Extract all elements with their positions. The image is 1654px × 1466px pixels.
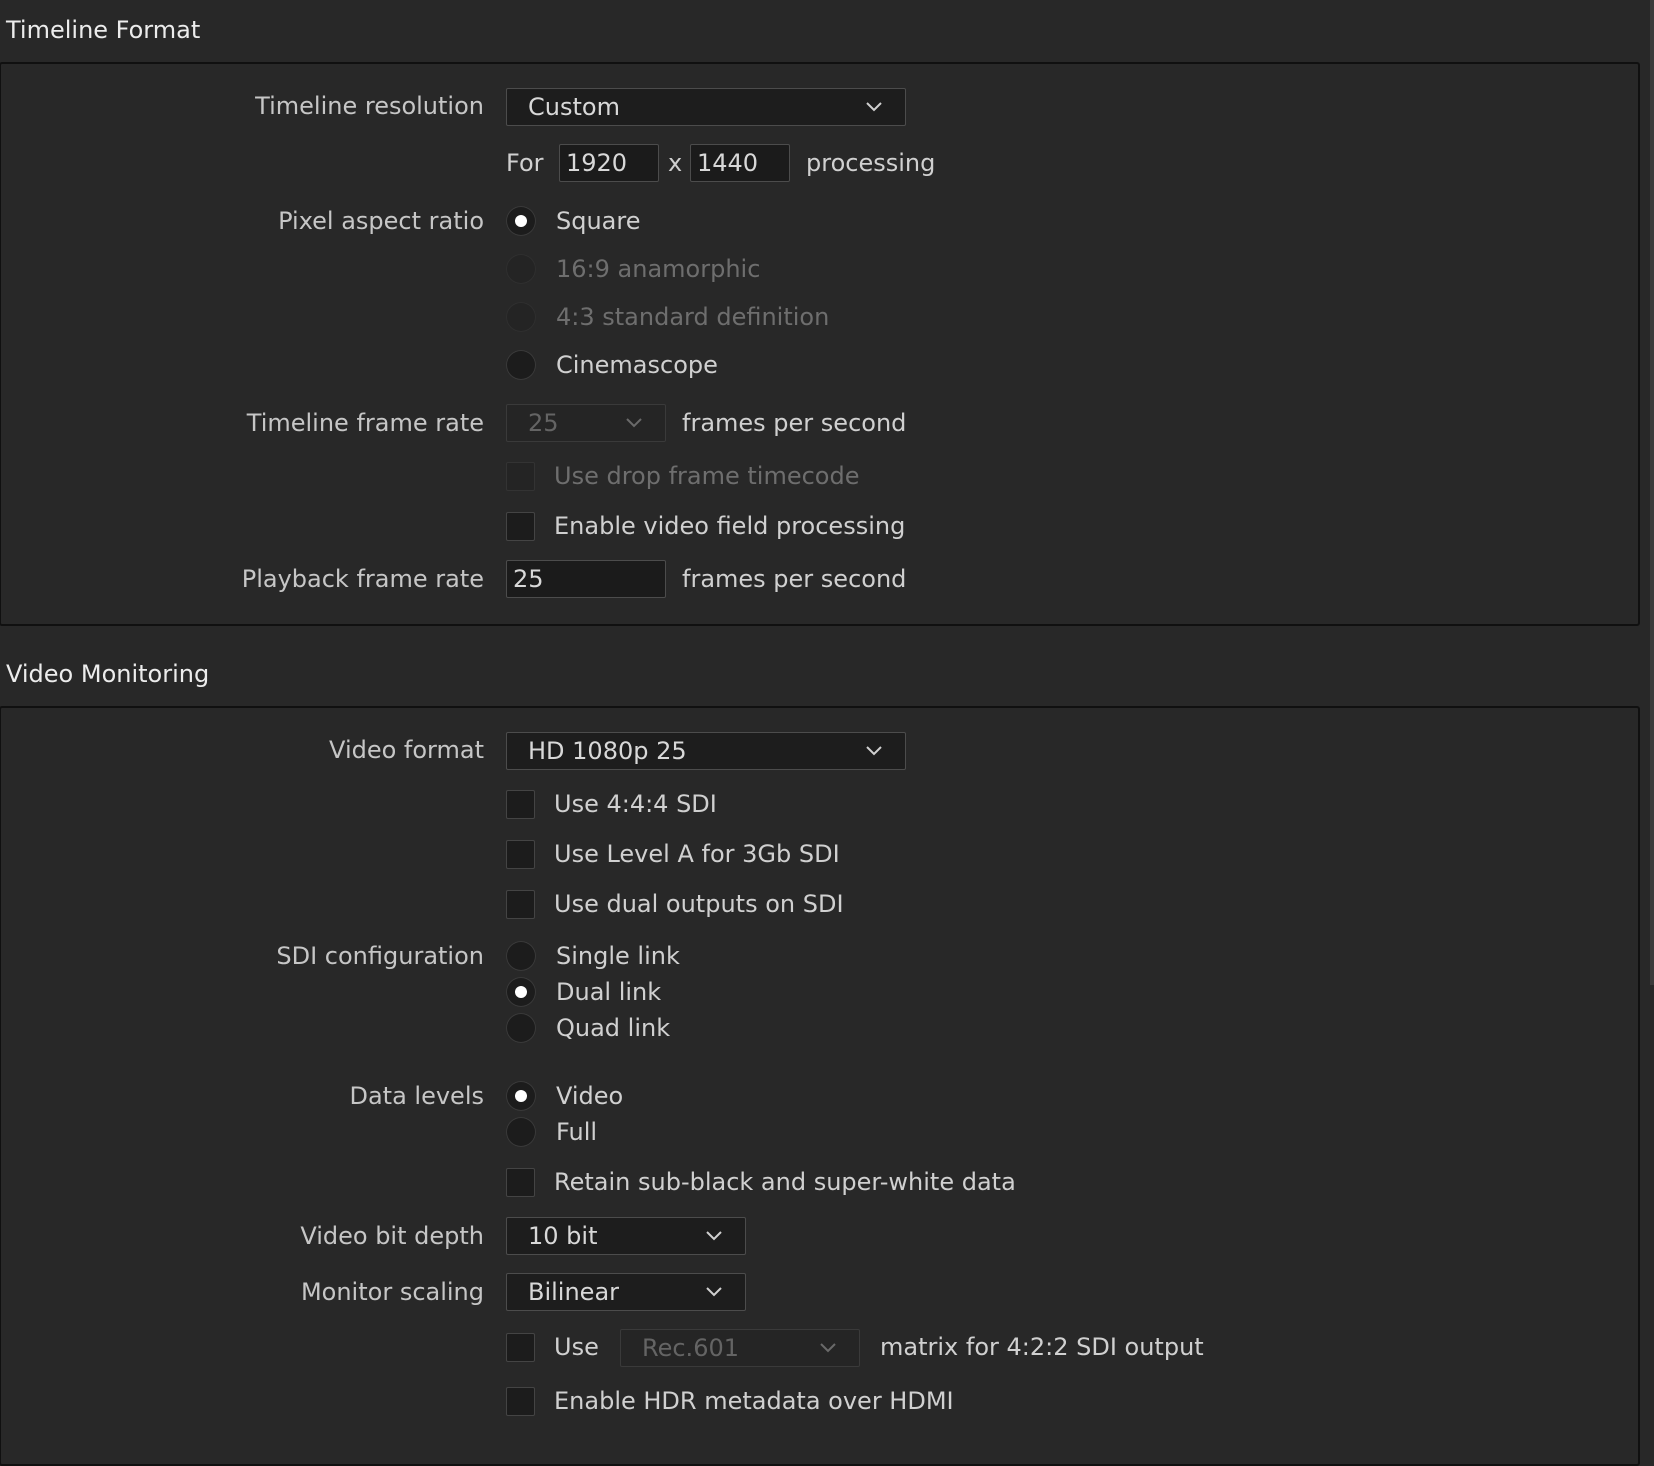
processing-height-input[interactable]: 1440 xyxy=(690,144,790,182)
radio-single-link[interactable] xyxy=(506,941,536,971)
radio-video[interactable] xyxy=(506,1081,536,1111)
video-format-label: Video format xyxy=(329,736,484,764)
enable-field-processing-label: Enable video field processing xyxy=(554,512,906,540)
radio-quad-link[interactable] xyxy=(506,1013,536,1043)
processing-x-label: x xyxy=(668,149,683,177)
retain-sub-black-label: Retain sub-black and super-white data xyxy=(554,1168,1016,1196)
matrix-value: Rec.601 xyxy=(642,1334,739,1362)
processing-suffix-label: processing xyxy=(806,149,936,177)
use-444-sdi-label: Use 4:4:4 SDI xyxy=(554,790,717,818)
chevron-down-icon xyxy=(705,1226,723,1244)
radio-square-label: Square xyxy=(556,207,641,235)
monitor-scaling-dropdown[interactable]: Bilinear xyxy=(506,1273,746,1311)
vertical-scrollbar[interactable] xyxy=(1650,0,1654,985)
use-444-sdi-checkbox[interactable] xyxy=(506,790,535,819)
video-format-dropdown[interactable]: HD 1080p 25 xyxy=(506,732,906,770)
pixel-aspect-ratio-label: Pixel aspect ratio xyxy=(278,207,484,235)
radio-cinemascope-label: Cinemascope xyxy=(556,351,718,379)
monitor-scaling-label: Monitor scaling xyxy=(300,1278,484,1306)
timeline-resolution-dropdown[interactable]: Custom xyxy=(506,88,906,126)
sdi-configuration-label: SDI configuration xyxy=(276,942,484,970)
chevron-down-icon xyxy=(705,1282,723,1300)
data-levels-label: Data levels xyxy=(349,1082,484,1110)
playback-frame-rate-label: Playback frame rate xyxy=(241,565,484,593)
radio-full-label: Full xyxy=(556,1118,598,1146)
radio-dual-link[interactable] xyxy=(506,977,536,1007)
video-bit-depth-dropdown[interactable]: 10 bit xyxy=(506,1217,746,1255)
timeline-frame-rate-label: Timeline frame rate xyxy=(246,409,484,437)
use-dual-outputs-label: Use dual outputs on SDI xyxy=(554,890,844,918)
matrix-suffix: matrix for 4:2:2 SDI output xyxy=(880,1333,1204,1361)
use-matrix-checkbox[interactable] xyxy=(506,1333,535,1362)
playback-frame-rate-suffix: frames per second xyxy=(682,565,907,593)
use-level-a-checkbox[interactable] xyxy=(506,840,535,869)
use-matrix-label: Use xyxy=(554,1333,599,1361)
radio-full[interactable] xyxy=(506,1117,536,1147)
section-title-timeline-format: Timeline Format xyxy=(6,16,201,44)
radio-4-3-standard-definition[interactable] xyxy=(506,302,536,332)
monitor-scaling-value: Bilinear xyxy=(528,1278,620,1306)
timeline-format-panel xyxy=(0,62,1640,626)
radio-16-9-anamorphic[interactable] xyxy=(506,254,536,284)
video-bit-depth-label: Video bit depth xyxy=(300,1222,484,1250)
radio-4-3-standard-definition-label: 4:3 standard definition xyxy=(556,303,830,331)
timeline-resolution-value: Custom xyxy=(528,93,620,121)
timeline-frame-rate-suffix: frames per second xyxy=(682,409,907,437)
radio-dual-link-label: Dual link xyxy=(556,978,662,1006)
use-level-a-label: Use Level A for 3Gb SDI xyxy=(554,840,840,868)
use-dual-outputs-checkbox[interactable] xyxy=(506,890,535,919)
matrix-dropdown[interactable]: Rec.601 xyxy=(620,1329,860,1367)
radio-video-label: Video xyxy=(556,1082,624,1110)
processing-width-input[interactable]: 1920 xyxy=(559,144,659,182)
video-bit-depth-value: 10 bit xyxy=(528,1222,598,1250)
enable-field-processing-checkbox[interactable] xyxy=(506,512,535,541)
use-drop-frame-checkbox[interactable] xyxy=(506,462,535,491)
use-drop-frame-label: Use drop frame timecode xyxy=(554,462,860,490)
chevron-down-icon xyxy=(865,741,883,759)
radio-quad-link-label: Quad link xyxy=(556,1014,671,1042)
radio-single-link-label: Single link xyxy=(556,942,680,970)
playback-frame-rate-input[interactable]: 25 xyxy=(506,560,666,598)
processing-for-label: For xyxy=(506,149,544,177)
enable-hdr-metadata-checkbox[interactable] xyxy=(506,1387,535,1416)
timeline-resolution-label: Timeline resolution xyxy=(255,92,484,120)
enable-hdr-metadata-label: Enable HDR metadata over HDMI xyxy=(554,1387,954,1415)
radio-cinemascope[interactable] xyxy=(506,350,536,380)
chevron-down-icon xyxy=(819,1338,837,1356)
radio-square[interactable] xyxy=(506,206,536,236)
chevron-down-icon xyxy=(625,413,643,431)
timeline-frame-rate-value: 25 xyxy=(528,409,559,437)
chevron-down-icon xyxy=(865,97,883,115)
retain-sub-black-checkbox[interactable] xyxy=(506,1168,535,1197)
video-format-value: HD 1080p 25 xyxy=(528,737,687,765)
radio-16-9-anamorphic-label: 16:9 anamorphic xyxy=(556,255,761,283)
section-title-video-monitoring: Video Monitoring xyxy=(6,660,210,688)
timeline-frame-rate-dropdown[interactable]: 25 xyxy=(506,404,666,442)
